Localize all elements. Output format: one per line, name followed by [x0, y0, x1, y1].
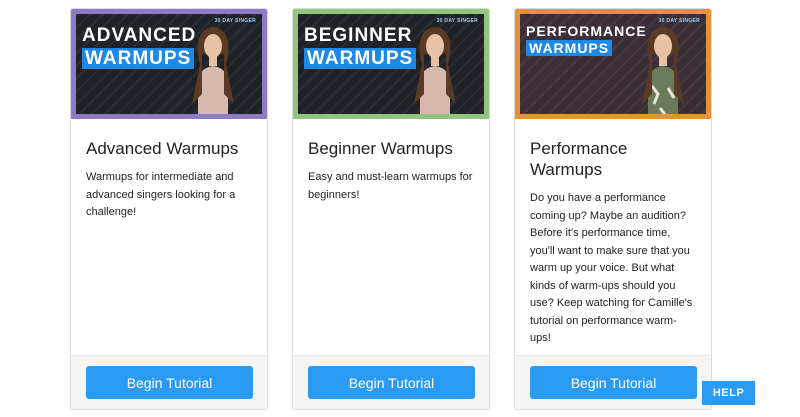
card-description: Easy and must-learn warmups for beginner… — [308, 171, 473, 201]
thumbnail-title: ADVANCED WARMUPS — [82, 26, 196, 69]
thumbnail-title-line1: PERFORMANCE — [526, 23, 647, 39]
card-title: Advanced Warmups — [86, 139, 239, 158]
card-title: Performance Warmups — [530, 139, 628, 179]
thumbnail-image: 30 DAY SINGER PERFORMANCE WARMUPS — [520, 14, 706, 114]
thumbnail-title-line1: ADVANCED — [82, 25, 197, 46]
instructor-photo — [642, 27, 684, 114]
card-thumbnail[interactable]: 30 DAY SINGER ADVANCED WARMUPS — [71, 9, 267, 119]
thumbnail-title-line2: WARMUPS — [304, 48, 417, 69]
thumbnail-title: PERFORMANCE WARMUPS — [526, 24, 647, 56]
card-title: Beginner Warmups — [308, 139, 453, 158]
begin-tutorial-button[interactable]: Begin Tutorial — [308, 366, 475, 399]
card-thumbnail[interactable]: 30 DAY SINGER PERFORMANCE WARMUPS — [515, 9, 711, 119]
tutorial-card-advanced: 30 DAY SINGER ADVANCED WARMUPS Advanced … — [70, 8, 268, 410]
instructor-photo — [414, 27, 456, 114]
tutorial-card-beginner: 30 DAY SINGER BEGINNER WARMUPS Beginner … — [292, 8, 490, 410]
thumbnail-title-line1: BEGINNER — [304, 25, 413, 46]
card-description: Warmups for intermediate and advanced si… — [86, 171, 236, 218]
thumbnail-title: BEGINNER WARMUPS — [304, 25, 417, 69]
thumbnail-image: 30 DAY SINGER ADVANCED WARMUPS — [76, 14, 262, 114]
help-button[interactable]: HELP — [702, 381, 755, 405]
card-thumbnail[interactable]: 30 DAY SINGER BEGINNER WARMUPS — [293, 9, 489, 119]
card-footer: Begin Tutorial — [293, 355, 489, 409]
thumbnail-title-line2: WARMUPS — [82, 48, 195, 69]
begin-tutorial-button[interactable]: Begin Tutorial — [86, 366, 253, 399]
instructor-photo — [192, 27, 234, 114]
tutorial-card-performance: 30 DAY SINGER PERFORMANCE WARMUPS Perfor… — [514, 8, 712, 410]
card-footer: Begin Tutorial — [515, 355, 711, 409]
card-footer: Begin Tutorial — [71, 355, 267, 409]
thumbnail-title-line2: WARMUPS — [526, 40, 613, 56]
begin-tutorial-button[interactable]: Begin Tutorial — [530, 366, 697, 399]
thumbnail-image: 30 DAY SINGER BEGINNER WARMUPS — [298, 14, 484, 114]
card-description: Do you have a performance coming up? May… — [530, 192, 693, 344]
